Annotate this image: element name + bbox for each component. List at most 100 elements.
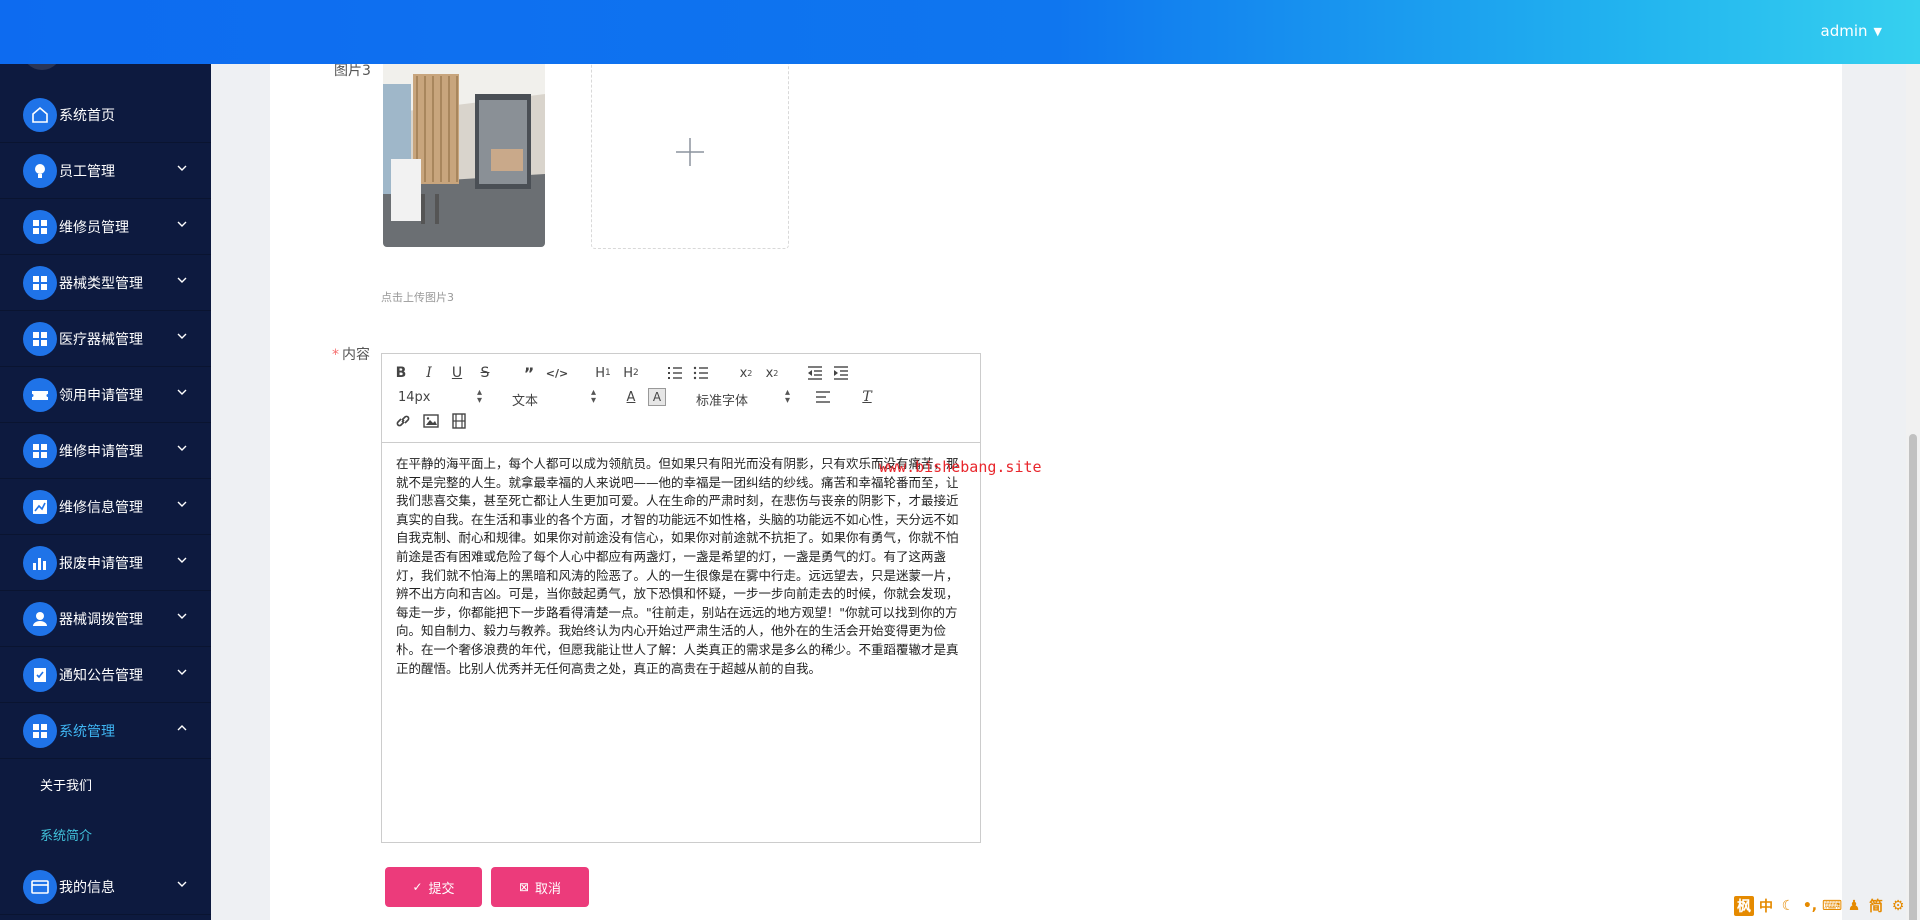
indent-button[interactable] <box>832 364 850 382</box>
sidebar-item-label: 器械类型管理 <box>59 275 143 292</box>
sidebar-item[interactable]: 器械类型管理 <box>0 255 211 311</box>
chevron-down-icon <box>177 557 187 563</box>
sidebar-item[interactable]: 我的信息 <box>0 859 211 915</box>
chevron-down-icon <box>177 669 187 675</box>
keyboard-icon[interactable]: ⌨ <box>1822 896 1842 916</box>
link-button[interactable] <box>394 412 412 430</box>
font-color-button[interactable]: A <box>622 388 640 406</box>
image-upload-button[interactable] <box>591 54 789 249</box>
sidebar-subitem[interactable]: 系统简介 <box>0 809 211 859</box>
background-color-button[interactable]: A <box>648 388 666 406</box>
chevron-down-icon <box>177 221 187 227</box>
chevron-up-icon <box>177 725 187 731</box>
subscript-button[interactable]: x2 <box>736 364 756 382</box>
select-arrows-icon: ▴ ▾ <box>590 387 596 406</box>
strike-button[interactable]: S <box>476 364 494 382</box>
rich-text-editor: B I U S ” </> H1 H2 x2 x2 14px ▴ ▾ 文本 ▴ ▾ A … <box>381 353 981 843</box>
outdent-button[interactable] <box>806 364 824 382</box>
blockquote-button[interactable]: ” <box>520 364 538 383</box>
content-label: * 内容 <box>332 347 370 363</box>
sidebar-item[interactable]: 医疗器械管理 <box>0 311 211 367</box>
bar-chart-icon <box>23 545 57 580</box>
top-header: admin ▼ <box>0 0 1920 64</box>
clear-format-button[interactable]: T <box>858 388 876 406</box>
sidebar-item-label: 维修信息管理 <box>59 499 143 516</box>
caret-down-icon: ▼ <box>1873 25 1882 38</box>
ticket-icon <box>23 377 57 412</box>
align-button[interactable] <box>814 388 832 406</box>
user-name: admin <box>1820 22 1868 40</box>
bold-button[interactable]: B <box>392 364 410 382</box>
sidebar-subitem[interactable]: 关于我们 <box>0 759 211 809</box>
editor-content[interactable]: 在平静的海平面上，每个人都可以成为领航员。但如果只有阳光而没有阴影，只有欢乐而没… <box>382 443 980 690</box>
editor-toolbar: B I U S ” </> H1 H2 x2 x2 14px ▴ ▾ 文本 ▴ ▾ A … <box>382 354 980 443</box>
header1-button[interactable]: H1 <box>592 364 614 382</box>
sidebar-item-label: 通知公告管理 <box>59 667 143 684</box>
vertical-scrollbar[interactable] <box>1906 64 1920 920</box>
bulb-icon <box>23 153 57 188</box>
grid-icon <box>23 433 57 468</box>
grid-icon <box>23 321 57 356</box>
chevron-down-icon <box>177 389 187 395</box>
sidebar: 系统首页员工管理维修员管理器械类型管理 医疗器械管理 领用申请管理 维修申请管理 维修信… <box>0 0 211 920</box>
grid-icon <box>23 265 57 300</box>
punctuation-icon[interactable]: •, <box>1800 896 1820 916</box>
sidebar-item-label: 器械调拨管理 <box>59 611 143 628</box>
sidebar-item[interactable]: 系统首页 <box>0 87 211 143</box>
plus-icon <box>676 138 704 166</box>
sidebar-item-label: 维修员管理 <box>59 219 129 236</box>
moon-icon[interactable]: ☾ <box>1778 896 1798 916</box>
card-icon <box>23 869 57 904</box>
image-insert-button[interactable] <box>422 412 440 430</box>
scrollbar-thumb[interactable] <box>1909 434 1917 920</box>
notice-icon <box>23 657 57 692</box>
video-insert-button[interactable] <box>450 412 468 430</box>
cancel-button[interactable]: ⊠ 取消 <box>491 867 589 907</box>
system-tray: 枫 中 ☾ •, ⌨ ♟ 简 ⚙ <box>1734 894 1910 918</box>
select-arrows-icon: ▴ ▾ <box>476 387 482 406</box>
sidebar-item[interactable]: 器械调拨管理 <box>0 591 211 647</box>
user-icon[interactable]: ♟ <box>1844 896 1864 916</box>
uploaded-image-thumbnail[interactable] <box>383 54 545 247</box>
upload-hint: 点击上传图片3 <box>381 291 454 304</box>
italic-button[interactable]: I <box>420 364 438 382</box>
text-style-select[interactable]: 文本 ▴ ▾ <box>512 387 596 410</box>
grid-icon <box>23 209 57 244</box>
ime-chinese-mode[interactable]: 中 <box>1756 896 1776 916</box>
submit-button[interactable]: ✓ 提交 <box>385 867 482 907</box>
chart-icon <box>23 489 57 524</box>
sidebar-item-label: 领用申请管理 <box>59 387 143 404</box>
sidebar-item[interactable]: 系统管理 <box>0 703 211 759</box>
grid-icon <box>23 713 57 748</box>
sidebar-item[interactable]: 领用申请管理 <box>0 367 211 423</box>
home-icon <box>23 97 57 132</box>
sidebar-item[interactable]: 维修员管理 <box>0 199 211 255</box>
sidebar-item[interactable]: 通知公告管理 <box>0 647 211 703</box>
code-block-button[interactable]: </> <box>546 364 568 382</box>
sidebar-item-label: 员工管理 <box>59 163 115 180</box>
user-menu[interactable]: admin ▼ <box>1821 22 1882 40</box>
required-marker: * <box>332 347 339 363</box>
select-arrows-icon: ▴ ▾ <box>784 387 790 406</box>
chevron-down-icon <box>177 445 187 451</box>
superscript-button[interactable]: x2 <box>762 364 782 382</box>
sidebar-item-label: 维修申请管理 <box>59 443 143 460</box>
sidebar-item[interactable]: 员工管理 <box>0 143 211 199</box>
sidebar-item[interactable]: 报废申请管理 <box>0 535 211 591</box>
font-size-select[interactable]: 14px ▴ ▾ <box>398 387 482 406</box>
chevron-down-icon <box>177 277 187 283</box>
ime-simplified-mode[interactable]: 简 <box>1866 896 1886 916</box>
sidebar-item-label: 医疗器械管理 <box>59 331 143 348</box>
settings-gear-icon[interactable]: ⚙ <box>1888 896 1908 916</box>
font-family-select[interactable]: 标准字体 ▴ ▾ <box>696 387 790 410</box>
sidebar-item-label: 报废申请管理 <box>59 555 143 572</box>
chevron-down-icon <box>177 613 187 619</box>
sidebar-item-label: 我的信息 <box>59 879 115 896</box>
header2-button[interactable]: H2 <box>620 364 642 382</box>
sidebar-item[interactable]: 维修信息管理 <box>0 479 211 535</box>
sidebar-item[interactable]: 维修申请管理 <box>0 423 211 479</box>
underline-button[interactable]: U <box>448 364 466 382</box>
bullet-list-button[interactable] <box>692 364 710 382</box>
close-box-icon: ⊠ <box>518 880 530 894</box>
ordered-list-button[interactable] <box>666 364 684 382</box>
